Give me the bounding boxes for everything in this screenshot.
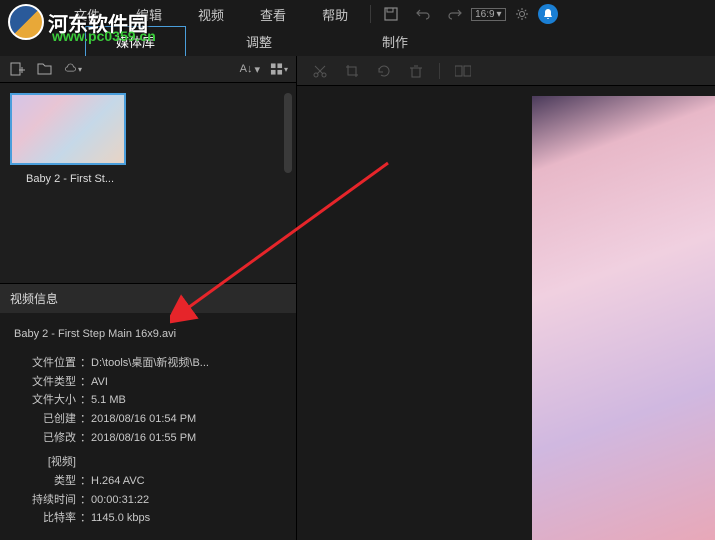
info-location-label: 文件位置	[14, 354, 76, 373]
cloud-icon[interactable]: ▾	[64, 60, 82, 78]
sort-label: A↓	[240, 63, 253, 75]
import-file-icon[interactable]	[8, 60, 26, 78]
redo-icon[interactable]	[445, 4, 465, 24]
library-toolbar: ▾ A↓ ▾ ▾	[0, 56, 296, 83]
chevron-down-icon: ▾	[254, 63, 260, 76]
info-header: 视频信息	[0, 284, 296, 313]
info-location-value: D:\tools\桌面\新视频\B...	[91, 354, 209, 373]
compare-icon[interactable]	[454, 62, 472, 80]
media-thumbnail[interactable]	[10, 93, 126, 165]
preview-image	[532, 96, 715, 540]
import-folder-icon[interactable]	[36, 60, 54, 78]
grid-view-icon[interactable]: ▾	[270, 60, 288, 78]
info-size-value: 5.1 MB	[91, 391, 126, 410]
media-library: Baby 2 - First St...	[0, 83, 296, 283]
rotate-icon[interactable]	[375, 62, 393, 80]
save-icon[interactable]	[381, 4, 401, 24]
main-area: ▾ A↓ ▾ ▾ Baby 2 - First St... 视频信息 B	[0, 56, 715, 540]
info-size-label: 文件大小	[14, 391, 76, 410]
preview-area	[297, 86, 715, 540]
info-type-value: AVI	[91, 373, 108, 392]
info-codec-label: 类型	[14, 472, 76, 491]
chevron-down-icon: ▾	[284, 65, 288, 74]
info-bitrate-label: 比特率	[14, 509, 76, 528]
info-type-label: 文件类型	[14, 373, 76, 392]
notification-icon[interactable]	[538, 4, 558, 24]
right-panel	[297, 56, 715, 540]
info-modified-value: 2018/08/16 01:55 PM	[91, 429, 196, 448]
info-created-label: 已创建	[14, 410, 76, 429]
trash-icon[interactable]	[407, 62, 425, 80]
menu-help[interactable]: 帮助	[304, 1, 366, 28]
scrollbar[interactable]	[284, 93, 292, 173]
info-codec-value: H.264 AVC	[91, 472, 145, 491]
cut-icon[interactable]	[311, 62, 329, 80]
aspect-ratio-badge[interactable]: 16:9 ▾	[471, 8, 506, 21]
left-panel: ▾ A↓ ▾ ▾ Baby 2 - First St... 视频信息 B	[0, 56, 297, 540]
undo-icon[interactable]	[413, 4, 433, 24]
chevron-down-icon: ▾	[78, 65, 82, 74]
info-bitrate-value: 1145.0 kbps	[91, 509, 150, 528]
preview-toolbar	[297, 56, 715, 86]
info-filename: Baby 2 - First Step Main 16x9.avi	[14, 325, 282, 344]
sort-button[interactable]: A↓ ▾	[240, 63, 260, 76]
aspect-ratio-value: 16:9	[475, 9, 494, 20]
chevron-down-icon: ▾	[497, 9, 502, 20]
media-label: Baby 2 - First St...	[10, 173, 130, 185]
crop-icon[interactable]	[343, 62, 361, 80]
tab-produce[interactable]: 制作	[332, 27, 438, 56]
info-created-value: 2018/08/16 01:54 PM	[91, 410, 196, 429]
info-body: Baby 2 - First Step Main 16x9.avi 文件位置：D…	[0, 313, 296, 540]
info-section-video: [视频]	[14, 453, 76, 472]
info-duration-value: 00:00:31:22	[91, 491, 149, 510]
separator	[370, 5, 371, 23]
info-panel: 视频信息 Baby 2 - First Step Main 16x9.avi 文…	[0, 283, 296, 540]
tab-adjust[interactable]: 调整	[186, 27, 332, 56]
info-modified-label: 已修改	[14, 429, 76, 448]
info-duration-label: 持续时间	[14, 491, 76, 510]
menu-view[interactable]: 查看	[242, 1, 304, 28]
watermark-url: www.pc0359.cn	[52, 28, 156, 44]
menu-video[interactable]: 视频	[180, 1, 242, 28]
media-item[interactable]: Baby 2 - First St...	[10, 93, 130, 185]
logo-badge-icon	[8, 4, 44, 40]
settings-icon[interactable]	[512, 4, 532, 24]
